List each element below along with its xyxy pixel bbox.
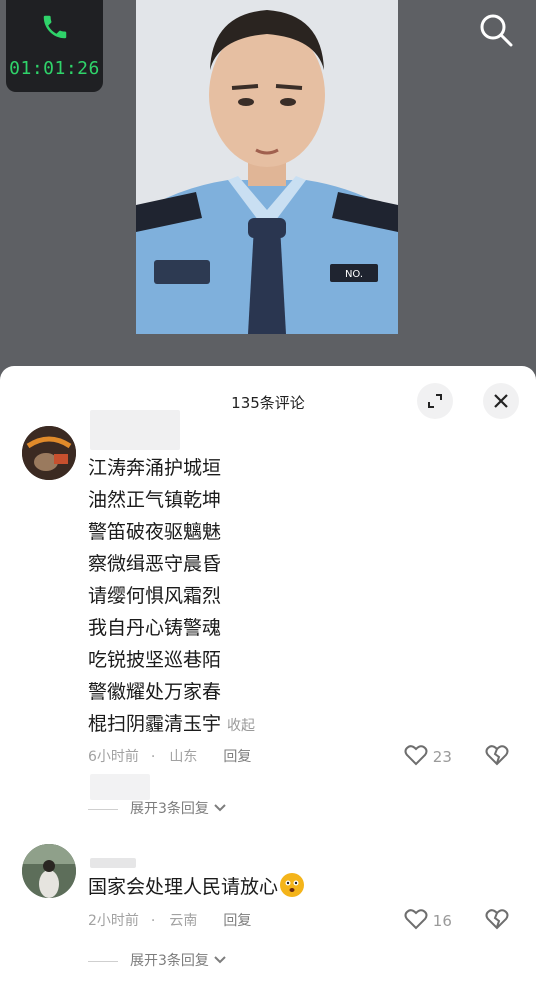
avatar[interactable] (22, 844, 76, 898)
poem-line: 油然正气镇乾坤 (88, 489, 222, 511)
video-area: NO. 01:01:26 (0, 0, 536, 380)
poem-line: 警徽耀处万家春 (88, 681, 222, 703)
poem-line: 察微缉恶守晨昏 (88, 553, 222, 575)
comment-text: 国家会处理人民请放心 (88, 872, 305, 899)
close-button[interactable] (483, 383, 519, 419)
comment-text-content: 国家会处理人民请放心 (88, 876, 279, 898)
username-blurred[interactable] (90, 858, 136, 868)
svg-text:NO.: NO. (345, 269, 363, 280)
broken-heart-icon[interactable] (485, 908, 509, 930)
comments-sheet: 135条评论 江涛奔涌护城垣 油然正气镇乾坤 警笛破夜驱魑魅 察微缉恶守晨昏 请… (0, 366, 536, 983)
blurred-region (90, 774, 150, 800)
phone-icon (43, 15, 67, 39)
comment-text: 江涛奔涌护城垣 油然正气镇乾坤 警笛破夜驱魑魅 察微缉恶守晨昏 请缨何惧风霜烈 … (88, 452, 255, 740)
expand-replies-label: 展开3条回复 (130, 801, 209, 817)
officer-portrait: NO. (136, 0, 398, 334)
poem-line: 我自丹心铸警魂 (88, 617, 222, 639)
reply-button[interactable]: 回复 (223, 749, 251, 765)
like-count: 16 (432, 912, 452, 930)
collapse-link[interactable]: 收起 (227, 718, 255, 734)
chevron-down-icon (214, 804, 227, 812)
heart-icon (404, 745, 428, 766)
comments-count-title: 135条评论 (231, 394, 305, 412)
divider-line (88, 808, 118, 810)
poem-line-text: 棍扫阴霾清玉宇 (88, 713, 222, 735)
comment-location: 云南 (169, 913, 198, 929)
expand-icon (428, 394, 442, 408)
poem-line: 吃锐披坚巡巷陌 (88, 649, 222, 671)
poem-line: 请缨何惧风霜烈 (88, 585, 222, 607)
broken-heart-icon[interactable] (485, 744, 509, 766)
username-blurred[interactable] (90, 410, 180, 450)
like-button[interactable]: 23 (404, 744, 452, 766)
surprised-emoji-icon (280, 873, 305, 897)
expand-replies-label: 展开3条回复 (130, 953, 209, 969)
heart-icon (404, 909, 428, 930)
reply-button[interactable]: 回复 (223, 913, 251, 929)
close-icon (494, 394, 508, 408)
expand-button[interactable] (417, 383, 453, 419)
poem-line: 棍扫阴霾清玉宇 收起 (88, 708, 255, 740)
poem-line: 江涛奔涌护城垣 (88, 457, 222, 479)
comment-time: 6小时前 (88, 749, 139, 765)
comment-location: 山东 (169, 749, 198, 765)
call-status-panel[interactable]: 01:01:26 (6, 0, 103, 92)
poem-line: 警笛破夜驱魑魅 (88, 521, 222, 543)
like-button[interactable]: 16 (404, 908, 452, 930)
comment-meta: 2小时前 · 云南 回复 (88, 913, 252, 929)
expand-replies[interactable]: 展开3条回复 (88, 798, 227, 818)
search-icon[interactable] (478, 12, 514, 48)
like-count: 23 (432, 748, 452, 766)
comment-time: 2小时前 (88, 913, 139, 929)
expand-replies[interactable]: 展开3条回复 (88, 950, 227, 970)
comment-meta: 6小时前 · 山东 回复 (88, 749, 252, 765)
call-timer: 01:01:26 (9, 58, 100, 79)
chevron-down-icon (214, 956, 227, 964)
divider-line (88, 960, 118, 962)
avatar[interactable] (22, 426, 76, 480)
